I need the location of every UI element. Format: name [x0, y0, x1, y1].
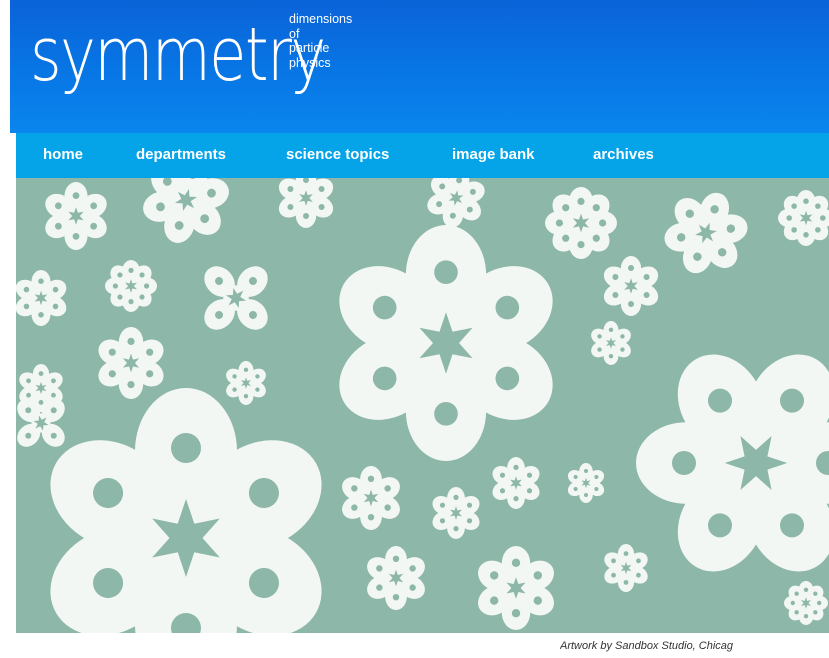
nav-item-image-bank[interactable]: image bank [452, 146, 535, 163]
nav-item-departments[interactable]: departments [136, 146, 226, 163]
paper-snowflakes-image [16, 178, 829, 633]
snowflake [545, 187, 617, 259]
artwork-credit: Artwork by Sandbox Studio, Chicag [560, 640, 734, 652]
tagline-line: of [289, 26, 300, 41]
nav-item-archives[interactable]: archives [593, 146, 654, 163]
nav-item-science-topics[interactable]: science topics [286, 146, 389, 163]
site-tagline: dimensions of particle physics [289, 12, 352, 70]
tagline-line: dimensions [289, 12, 353, 26]
tagline-line: physics [289, 55, 331, 70]
site-logo[interactable]: symmetry [30, 18, 326, 92]
nav-item-home[interactable]: home [43, 146, 83, 163]
hero-artwork [16, 178, 829, 633]
main-nav: home departments science topics image ba… [16, 133, 829, 178]
tagline-line: particle [289, 41, 330, 55]
snowflake [784, 581, 828, 625]
site-header: symmetry dimensions of particle physics [10, 0, 829, 133]
snowflake [105, 260, 157, 312]
